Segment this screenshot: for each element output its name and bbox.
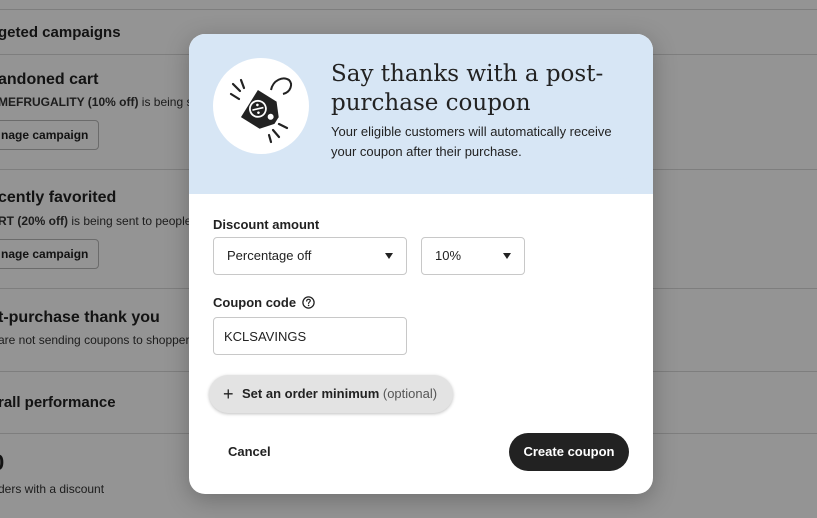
coupon-code-label: Coupon code — [213, 295, 315, 310]
discount-value-select[interactable]: 10% — [421, 237, 525, 275]
discount-type-value: Percentage off — [227, 248, 312, 263]
coupon-badge — [213, 58, 309, 154]
chevron-down-icon — [385, 253, 393, 259]
set-order-minimum-button[interactable]: + Set an order minimum (optional) — [209, 375, 453, 413]
coupon-tag-icon — [229, 77, 292, 144]
create-coupon-button[interactable]: Create coupon — [509, 433, 629, 471]
dialog-title: Say thanks with a post-purchase coupon — [331, 61, 604, 116]
help-icon[interactable] — [302, 296, 315, 309]
discount-amount-label: Discount amount — [213, 217, 320, 232]
cancel-button[interactable]: Cancel — [215, 434, 284, 470]
optional-label: (optional) — [382, 386, 438, 401]
order-minimum-label: Set an order minimum — [242, 386, 380, 401]
discount-value-value: 10% — [435, 248, 462, 263]
torn-paper-edge — [189, 172, 653, 183]
discount-type-select[interactable]: Percentage off — [213, 237, 407, 275]
plus-icon: + — [223, 384, 234, 404]
coupon-code-input[interactable] — [213, 317, 407, 355]
dialog-subtitle: Your eligible customers will automatical… — [331, 124, 612, 159]
post-purchase-coupon-dialog: Say thanks with a post-purchase coupon Y… — [189, 34, 653, 494]
chevron-down-icon — [503, 253, 511, 259]
